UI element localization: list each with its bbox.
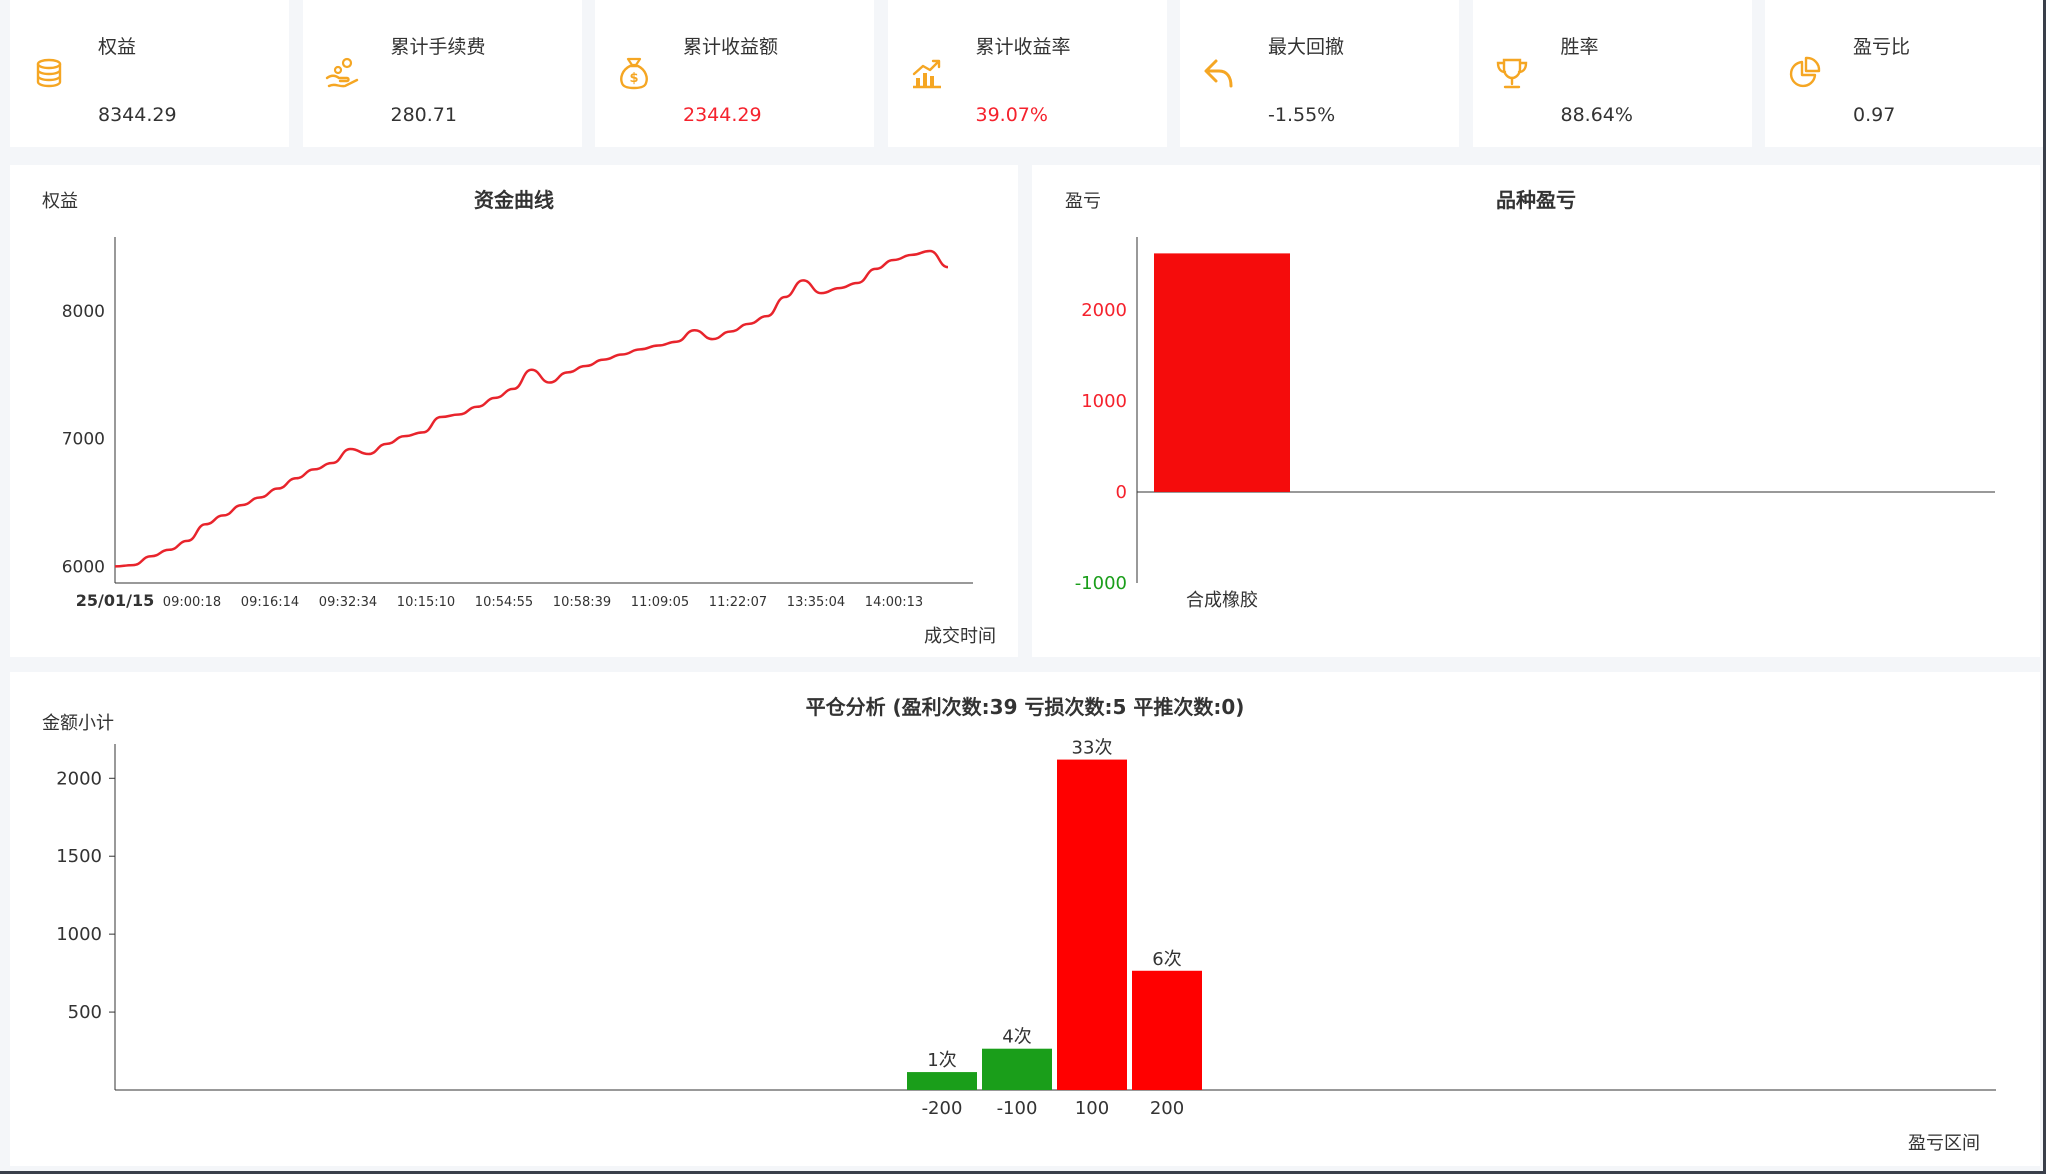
stat-label: 盈亏比 <box>1853 36 1911 58</box>
stat-card: 权益 8344.29 <box>10 0 289 147</box>
equity-x-tick-label: 09:32:34 <box>319 595 377 610</box>
close-bar <box>1057 759 1127 1090</box>
stat-value: 88.64% <box>1560 104 1633 126</box>
equity-series-line <box>114 249 949 568</box>
equity-y-tick-label: 8000 <box>62 302 105 322</box>
equity-panel: 权益 资金曲线 成交时间 6000 7000 8000 25/01/15 09:00:… <box>10 165 1018 657</box>
stat-label: 最大回撤 <box>1268 36 1345 58</box>
hand-coins-icon <box>325 57 358 88</box>
close-x-tick-label: -200 <box>922 1098 963 1119</box>
product-bar <box>1154 253 1290 492</box>
equity-xlabel: 成交时间 <box>924 626 996 647</box>
equity-x-tick-label: 14:00:13 <box>865 595 923 610</box>
svg-text:$: $ <box>629 71 638 86</box>
product-y-tick-label: 2000 <box>1081 300 1127 321</box>
stat-card: 累计收益率 39.07% <box>887 0 1167 147</box>
stat-label: 权益 <box>98 36 137 58</box>
product-y-tick-label: 0 <box>1116 482 1127 503</box>
equity-x-tick-label: 10:15:10 <box>397 595 455 610</box>
equity-chart: 权益 资金曲线 成交时间 6000 7000 8000 25/01/15 09:00:… <box>42 188 996 647</box>
close-x-tick-label: -100 <box>997 1098 1038 1119</box>
trophy-icon <box>1496 58 1527 89</box>
close-y-tick-label: 1500 <box>56 846 102 867</box>
stat-value: 2344.29 <box>683 104 762 126</box>
product-pnl-chart: 盈亏 品种盈亏 2000 1000 0 -1000 合成橡胶 <box>1065 188 1995 611</box>
close-bar-data-label: 4次 <box>1002 1027 1031 1048</box>
stat-label: 累计收益率 <box>975 36 1071 58</box>
product-y-tick-label: -1000 <box>1075 573 1127 594</box>
stat-label: 累计收益额 <box>683 36 779 58</box>
stat-label: 胜率 <box>1560 36 1599 58</box>
close-y-tick-label: 500 <box>68 1002 102 1023</box>
stat-label: 累计手续费 <box>390 36 486 58</box>
close-x-tick-label: 200 <box>1150 1098 1184 1119</box>
close-bar <box>907 1072 977 1090</box>
close-y-tick-label: 2000 <box>56 768 102 789</box>
close-y-tick-label: 1000 <box>56 924 102 945</box>
product-y-tick-label: 1000 <box>1081 391 1127 412</box>
product-x-tick-label: 合成橡胶 <box>1186 590 1258 611</box>
stat-card: $ 累计收益额 2344.29 <box>595 0 874 147</box>
trend-chart-icon <box>912 59 941 89</box>
close-bar <box>1132 970 1202 1090</box>
close-analysis-chart: 金额小计 平仓分析 (盈利次数:39 亏损次数:5 平推次数:0) 盈亏区间 5… <box>42 695 1996 1154</box>
stat-card: 胜率 88.64% <box>1472 0 1752 147</box>
equity-x-tick-label: 10:54:55 <box>475 595 533 610</box>
coins-icon <box>36 58 62 88</box>
close-ylabel: 金额小计 <box>42 713 114 734</box>
product-ylabel: 盈亏 <box>1065 191 1101 212</box>
equity-title: 资金曲线 <box>474 188 554 212</box>
equity-x-tick-label: 25/01/15 <box>76 591 154 610</box>
close-bar-data-label: 33次 <box>1072 738 1113 759</box>
close-bar-data-label: 6次 <box>1152 949 1181 970</box>
product-pnl-panel: 盈亏 品种盈亏 2000 1000 0 -1000 合成橡胶 <box>1032 165 2040 657</box>
equity-y-tick-label: 6000 <box>62 557 105 577</box>
stat-value: 280.71 <box>390 104 457 126</box>
close-bar <box>982 1048 1052 1090</box>
close-title: 平仓分析 (盈利次数:39 亏损次数:5 平推次数:0) <box>806 695 1245 719</box>
close-xlabel: 盈亏区间 <box>1908 1133 1980 1154</box>
equity-y-tick-label: 7000 <box>62 430 105 450</box>
stat-value: 0.97 <box>1853 104 1896 126</box>
equity-x-tick-label: 10:58:39 <box>553 595 611 610</box>
stat-value: 8344.29 <box>98 104 177 126</box>
stat-value: 39.07% <box>975 104 1048 126</box>
product-title: 品种盈亏 <box>1496 188 1576 212</box>
equity-x-tick-label: 11:09:05 <box>631 595 689 610</box>
pie-icon <box>1789 56 1821 88</box>
money-bag-icon: $ <box>620 57 648 90</box>
stat-card: 最大回撤 -1.55% <box>1180 0 1459 147</box>
equity-x-tick-label: 11:22:07 <box>709 595 767 610</box>
stat-card: 累计手续费 280.71 <box>302 0 582 147</box>
stat-value: -1.55% <box>1268 104 1336 126</box>
close-bar-data-label: 1次 <box>927 1050 956 1071</box>
close-x-tick-label: 100 <box>1075 1098 1109 1119</box>
stat-card: 盈亏比 0.97 <box>1765 0 2044 147</box>
equity-x-tick-label: 09:16:14 <box>241 595 299 610</box>
equity-ylabel: 权益 <box>42 191 78 212</box>
close-analysis-panel: 金额小计 平仓分析 (盈利次数:39 亏损次数:5 平推次数:0) 盈亏区间 5… <box>10 672 2040 1166</box>
equity-x-tick-label: 09:00:18 <box>163 595 221 610</box>
undo-arrow-icon <box>1204 59 1233 88</box>
equity-x-tick-label: 13:35:04 <box>787 595 845 610</box>
